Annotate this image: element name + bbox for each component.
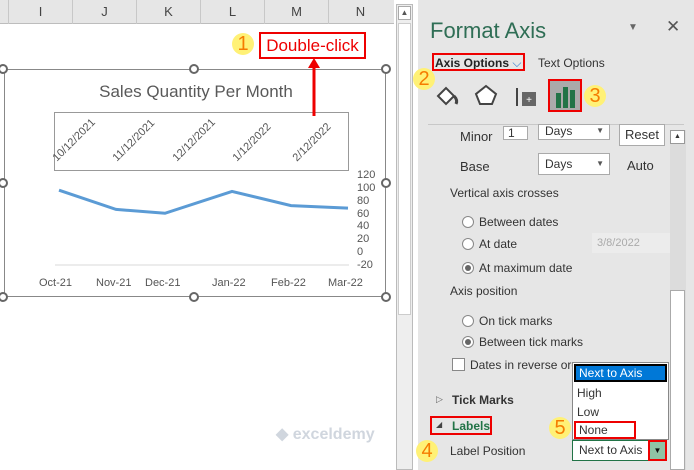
option-none[interactable]: None — [574, 421, 636, 439]
between-tick-marks-label: Between tick marks — [479, 335, 584, 349]
radio-between-tick-marks[interactable] — [462, 336, 474, 348]
scroll-thumb[interactable] — [398, 23, 411, 315]
step-badge-4: 4 — [416, 440, 438, 462]
highlight-box — [430, 416, 492, 435]
column-header-j[interactable]: J — [72, 0, 136, 24]
highlight-box — [432, 53, 525, 71]
label-position-label: Label Position — [450, 444, 526, 458]
base-label: Base — [460, 159, 490, 174]
y-tick-label: 20 — [357, 233, 370, 246]
option-high[interactable]: High — [574, 384, 667, 402]
svg-text:+: + — [526, 95, 532, 106]
column-header-i[interactable]: I — [8, 0, 72, 24]
dropdown-arrow-icon: ▼ — [596, 159, 604, 168]
resize-handle[interactable] — [381, 292, 391, 302]
y-tick-label: -20 — [357, 259, 373, 271]
resize-handle[interactable] — [189, 64, 199, 74]
y-tick-label: 60 — [357, 207, 370, 220]
at-date-label: At date — [479, 237, 518, 251]
x-tick-label: Dec-21 — [145, 277, 181, 289]
dates-reverse-label: Dates in reverse order — [470, 358, 572, 372]
on-tick-marks-label: On tick marks — [479, 314, 553, 328]
series-line-sales — [58, 188, 349, 215]
column-header-m[interactable]: M — [264, 0, 328, 24]
minor-label: Minor — [460, 129, 493, 144]
scroll-thumb[interactable] — [670, 290, 685, 470]
close-icon[interactable]: ✕ — [666, 17, 680, 37]
step-badge-5: 5 — [549, 417, 571, 439]
y-tick-label: 100 — [357, 181, 376, 194]
base-auto-label: Auto — [627, 158, 654, 173]
pane-options-icon[interactable]: ▼ — [628, 22, 638, 33]
tick-marks-section[interactable]: Tick Marks — [452, 393, 514, 407]
column-header-k[interactable]: K — [136, 0, 200, 24]
x-tick-label: Mar-22 — [328, 277, 363, 289]
exceldemy-watermark-logo: ◆ exceldemy — [276, 426, 375, 443]
vertical-axis-crosses-heading: Vertical axis crosses — [450, 186, 559, 200]
dropdown-arrow-icon[interactable]: ▼ — [648, 440, 667, 461]
radio-at-maximum-date[interactable] — [462, 262, 474, 274]
y-tick-label: 120 — [357, 169, 376, 181]
radio-between-dates[interactable] — [462, 216, 474, 228]
scroll-up-icon[interactable]: ▲ — [398, 6, 411, 20]
step-badge-3: 3 — [584, 85, 606, 107]
x-tick-label: Oct-21 — [39, 277, 73, 289]
chart-plot — [55, 188, 349, 266]
y-tick-label: 80 — [357, 194, 370, 207]
minor-unit-value: Days — [545, 124, 573, 138]
reset-button[interactable]: Reset — [619, 124, 665, 146]
chart[interactable]: Sales Quantity Per Month 10/12/2021 11/12… — [4, 69, 386, 297]
resize-handle[interactable] — [381, 64, 391, 74]
column-header-l[interactable]: L — [200, 0, 264, 24]
base-unit-select[interactable]: Days ▼ — [538, 153, 610, 175]
tab-text-options[interactable]: Text Options — [538, 56, 605, 70]
option-next-to-axis[interactable]: Next to Axis — [574, 364, 667, 382]
at-maximum-date-label: At maximum date — [479, 261, 573, 275]
dropdown-arrow-icon: ▼ — [596, 126, 604, 135]
radio-on-tick-marks[interactable] — [462, 315, 474, 327]
x-tick-label: Nov-21 — [96, 277, 132, 289]
base-unit-value: Days — [545, 157, 573, 171]
callout-arrow-icon — [308, 58, 320, 116]
y-tick-label: 0 — [357, 246, 364, 259]
label-position-value: Next to Axis — [579, 443, 643, 457]
step-badge-2: 2 — [413, 68, 435, 90]
resize-handle[interactable] — [189, 292, 199, 302]
axis-options-icon[interactable] — [548, 79, 582, 112]
minor-unit-select[interactable]: Days ▼ — [538, 124, 610, 140]
size-properties-icon[interactable]: + — [514, 84, 538, 108]
pane-title: Format Axis — [430, 18, 547, 43]
scroll-up-icon[interactable]: ▲ — [670, 130, 685, 144]
at-date-input[interactable]: 3/8/2022 — [592, 233, 671, 253]
effects-icon[interactable] — [474, 84, 498, 108]
between-dates-label: Between dates — [479, 215, 559, 229]
column-header-row: I J K L M N — [0, 0, 394, 24]
dates-reverse-checkbox[interactable] — [452, 358, 465, 371]
pane-scrollbar[interactable]: ▲ — [670, 130, 686, 470]
resize-handle[interactable] — [0, 292, 8, 302]
label-position-dropdown-list: Next to Axis High Low None — [572, 362, 669, 440]
sheet-vertical-scrollbar[interactable]: ▲ — [396, 4, 413, 470]
step-badge-1: 1 — [232, 33, 254, 55]
double-click-callout: Double-click — [259, 32, 366, 59]
expand-triangle-icon[interactable]: ▷ — [436, 394, 443, 405]
x-tick-label: Feb-22 — [271, 277, 306, 289]
radio-at-date[interactable] — [462, 238, 474, 250]
x-tick-label: Jan-22 — [212, 277, 246, 289]
option-low[interactable]: Low — [574, 403, 667, 421]
fill-line-icon[interactable] — [434, 84, 460, 108]
column-header-n[interactable]: N — [328, 0, 392, 24]
axis-position-heading: Axis position — [450, 284, 518, 298]
minor-value-input[interactable]: 1 — [503, 126, 528, 140]
y-tick-label: 40 — [357, 220, 370, 233]
resize-handle[interactable] — [381, 178, 391, 188]
